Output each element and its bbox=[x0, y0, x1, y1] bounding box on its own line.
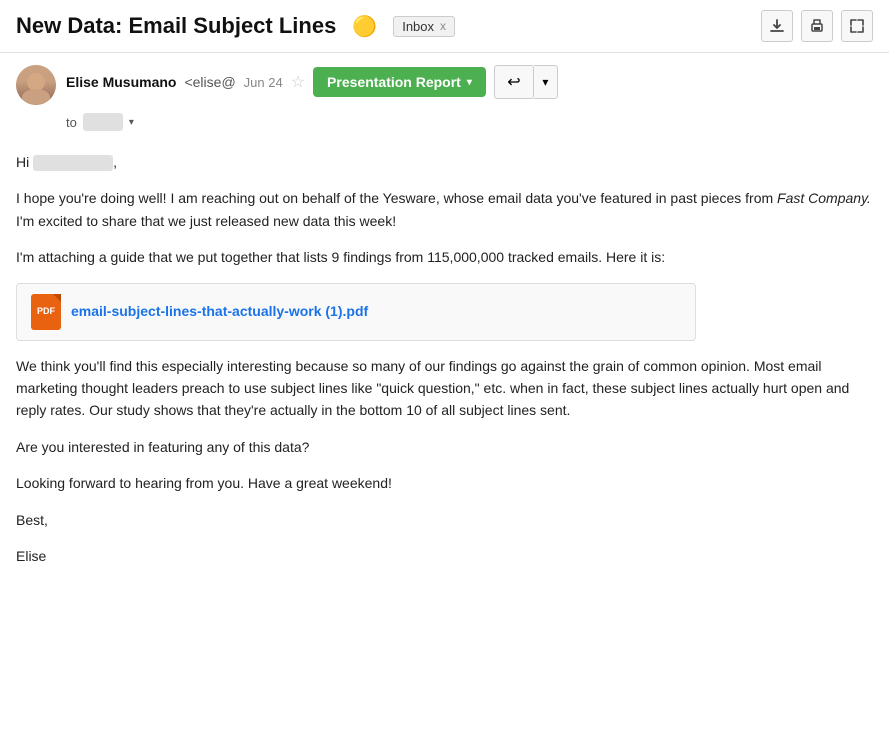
download-icon bbox=[769, 18, 785, 34]
presentation-report-button[interactable]: Presentation Report ▾ bbox=[313, 67, 486, 97]
reply-dropdown-button[interactable]: ▾ bbox=[534, 65, 558, 99]
sender-info: Elise Musumano <elise@ Jun 24 ☆ Presenta… bbox=[66, 65, 873, 99]
reply-group: ↩ ▾ bbox=[494, 65, 558, 99]
to-dropdown-arrow[interactable]: ▾ bbox=[129, 117, 134, 128]
pdf-icon: PDF bbox=[31, 294, 61, 330]
email-body: Hi , I hope you're doing well! I am reac… bbox=[0, 139, 889, 597]
paragraph-5: Looking forward to hearing from you. Hav… bbox=[16, 472, 873, 494]
avatar-face bbox=[16, 65, 56, 105]
folder-icon: 🟡 bbox=[352, 14, 377, 39]
inbox-label: Inbox bbox=[402, 19, 434, 34]
email-container: New Data: Email Subject Lines 🟡 Inbox x bbox=[0, 0, 889, 597]
sender-name-row: Elise Musumano <elise@ Jun 24 ☆ Presenta… bbox=[66, 65, 873, 99]
reply-button[interactable]: ↩ bbox=[494, 65, 534, 99]
expand-icon bbox=[849, 18, 865, 34]
print-button[interactable] bbox=[801, 10, 833, 42]
avatar bbox=[16, 65, 56, 105]
pdf-icon-text: PDF bbox=[37, 304, 55, 318]
to-row: to ▾ bbox=[0, 109, 889, 139]
header-actions bbox=[761, 10, 873, 42]
paragraph-3: We think you'll find this especially int… bbox=[16, 355, 873, 422]
paragraph-1: I hope you're doing well! I am reaching … bbox=[16, 187, 873, 232]
download-button[interactable] bbox=[761, 10, 793, 42]
paragraph1-text: I hope you're doing well! I am reaching … bbox=[16, 190, 777, 206]
hi-prefix: Hi bbox=[16, 154, 29, 170]
star-icon[interactable]: ☆ bbox=[291, 72, 305, 92]
presentation-dropdown-arrow: ▾ bbox=[467, 77, 472, 88]
paragraph1-cont: I'm excited to share that we just releas… bbox=[16, 213, 396, 229]
reply-icon: ↩ bbox=[507, 72, 520, 92]
sender-row: Elise Musumano <elise@ Jun 24 ☆ Presenta… bbox=[0, 53, 889, 109]
closing-name: Elise bbox=[16, 545, 873, 567]
inbox-badge: Inbox x bbox=[393, 16, 455, 37]
sender-email: <elise@ bbox=[184, 74, 235, 90]
attachment-link[interactable]: email-subject-lines-that-actually-work (… bbox=[71, 300, 368, 322]
inbox-close-button[interactable]: x bbox=[440, 19, 446, 33]
hi-line: Hi , bbox=[16, 151, 873, 173]
attachment-box[interactable]: PDF email-subject-lines-that-actually-wo… bbox=[16, 283, 696, 341]
to-label: to bbox=[66, 115, 77, 130]
recipient-name-blurred bbox=[33, 155, 113, 171]
reply-dropdown-arrow-icon: ▾ bbox=[542, 75, 548, 89]
italic-company: Fast Company. bbox=[777, 190, 871, 206]
expand-button[interactable] bbox=[841, 10, 873, 42]
presentation-report-label: Presentation Report bbox=[327, 74, 461, 90]
email-subject: New Data: Email Subject Lines bbox=[16, 13, 336, 39]
email-date: Jun 24 bbox=[244, 75, 283, 90]
paragraph-2: I'm attaching a guide that we put togeth… bbox=[16, 246, 873, 268]
comma: , bbox=[113, 154, 117, 170]
email-header-bar: New Data: Email Subject Lines 🟡 Inbox x bbox=[0, 0, 889, 53]
sender-name: Elise Musumano bbox=[66, 74, 176, 90]
print-icon bbox=[809, 18, 825, 34]
paragraph-4: Are you interested in featuring any of t… bbox=[16, 436, 873, 458]
closing-best: Best, bbox=[16, 509, 873, 531]
to-recipient bbox=[83, 113, 123, 131]
